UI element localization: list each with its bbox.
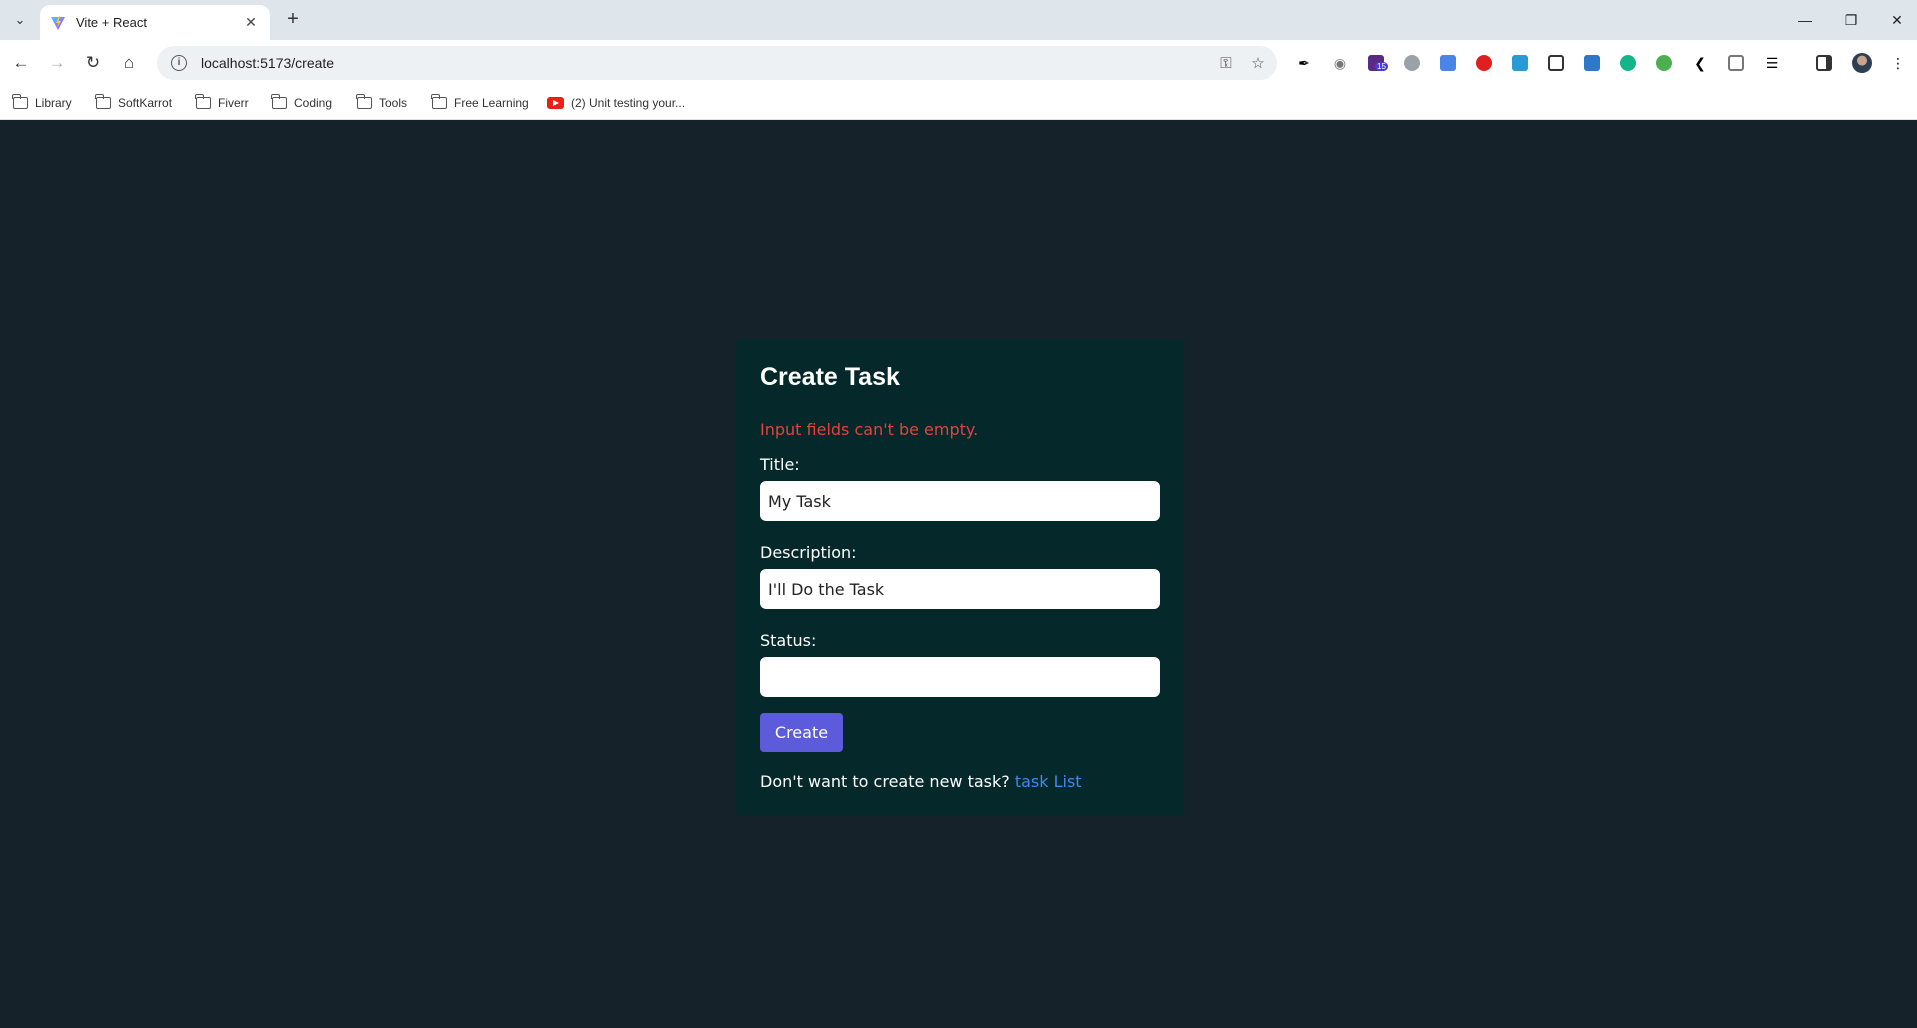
bookmark-label: Fiverr [218, 96, 249, 110]
site-info-icon[interactable]: i [171, 55, 187, 71]
picture-in-picture-extension-icon[interactable] [1545, 52, 1567, 74]
tab-search-icon[interactable]: ⌄ [8, 8, 32, 32]
restore-icon[interactable]: ❐ [1836, 8, 1866, 32]
close-window-icon[interactable]: ✕ [1882, 8, 1912, 32]
address-url[interactable]: localhost:5173/create [201, 55, 1213, 71]
tab-strip: ⌄ Vite + React ✕ + — ❐ ✕ [0, 0, 1917, 40]
tab-close-icon[interactable]: ✕ [242, 14, 260, 31]
extension-badge: 15 [1375, 62, 1388, 71]
graduation-cap-extension-icon[interactable]: 15 [1365, 52, 1388, 74]
bookmark-star-icon[interactable]: ☆ [1245, 50, 1271, 76]
folder-icon [195, 94, 211, 109]
bookmarks-bar: Library SoftKarrot Fiverr Coding Tools F… [0, 86, 1917, 120]
add-extension-icon[interactable] [1653, 52, 1675, 74]
task-list-link[interactable]: task List [1015, 772, 1082, 791]
browser-toolbar: ← → ↻ ⌂ i localhost:5173/create ⚿ ☆ ✒ ◉ … [0, 40, 1917, 86]
vite-logo-icon [51, 15, 65, 30]
bookmark-label: SoftKarrot [118, 96, 173, 110]
folder-icon [95, 94, 111, 109]
home-icon[interactable]: ⌂ [117, 51, 141, 75]
folder-icon [12, 94, 28, 109]
description-input[interactable] [760, 569, 1160, 609]
camera-extension-icon[interactable]: ◉ [1329, 52, 1351, 74]
bookmark-folder-softkarrot[interactable]: SoftKarrot [95, 94, 173, 112]
adblock-extension-icon[interactable] [1473, 52, 1495, 74]
bookmark-folder-coding[interactable]: Coding [271, 94, 333, 112]
status-input[interactable] [760, 657, 1160, 697]
bookmark-folder-free-learning[interactable]: Free Learning [431, 94, 529, 112]
eyedropper-extension-icon[interactable]: ✒ [1293, 52, 1315, 74]
side-panel-icon[interactable] [1813, 52, 1835, 74]
browser-tab[interactable]: Vite + React ✕ [40, 5, 270, 40]
description-label: Description: [760, 543, 857, 562]
password-key-icon[interactable]: ⚿ [1213, 50, 1239, 76]
folder-icon [356, 94, 372, 109]
back-arrow-icon[interactable]: ← [9, 51, 33, 75]
screen-record-extension-icon[interactable] [1509, 52, 1531, 74]
status-label: Status: [760, 631, 817, 650]
new-tab-icon[interactable]: + [282, 9, 304, 31]
profile-avatar[interactable] [1851, 52, 1873, 74]
bookmark-label: Tools [379, 96, 408, 110]
tab-title: Vite + React [76, 15, 147, 30]
address-bar[interactable]: i localhost:5173/create ⚿ ☆ [157, 46, 1277, 80]
bookmark-label: Free Learning [454, 96, 529, 110]
minimize-icon[interactable]: — [1790, 8, 1820, 32]
bookmark-folder-fiverr[interactable]: Fiverr [195, 94, 249, 112]
browser-menu-icon[interactable]: ⋮ [1887, 52, 1909, 74]
folder-icon [271, 94, 287, 109]
extensions-puzzle-icon[interactable]: ☰ [1761, 52, 1783, 74]
error-message: Input fields can't be empty. [760, 420, 979, 439]
page-viewport: Create Task Input fields can't be empty.… [0, 121, 1917, 1028]
bookmark-label: (2) Unit testing your... [571, 96, 686, 110]
footer-prompt: Don't want to create new task? [760, 772, 1010, 791]
forward-arrow-icon[interactable]: → [45, 51, 69, 75]
bookmark-unit-testing[interactable]: (2) Unit testing your... [547, 94, 685, 112]
youtube-icon [547, 97, 564, 109]
folder-icon [431, 94, 447, 109]
bookmark-folder-tools[interactable]: Tools [356, 94, 408, 112]
reload-icon[interactable]: ↻ [81, 51, 105, 75]
create-button[interactable]: Create [760, 713, 843, 752]
create-task-form: Create Task Input fields can't be empty.… [736, 339, 1184, 816]
grammarly-extension-icon[interactable] [1617, 52, 1639, 74]
bookmark-folder-library[interactable]: Library [12, 94, 72, 112]
wordpress-extension-icon[interactable] [1401, 52, 1423, 74]
reading-list-icon[interactable] [1725, 52, 1747, 74]
title-label: Title: [760, 455, 800, 474]
bookmark-label: Library [35, 96, 72, 110]
translate-extension-icon[interactable] [1437, 52, 1459, 74]
blue-extension-icon[interactable] [1581, 52, 1603, 74]
footer-text: Don't want to create new task? task List [760, 772, 1160, 791]
bookmark-label: Coding [294, 96, 333, 110]
chevron-left-icon[interactable]: ❮ [1689, 52, 1711, 74]
title-input[interactable] [760, 481, 1160, 521]
page-title: Create Task [760, 363, 900, 391]
